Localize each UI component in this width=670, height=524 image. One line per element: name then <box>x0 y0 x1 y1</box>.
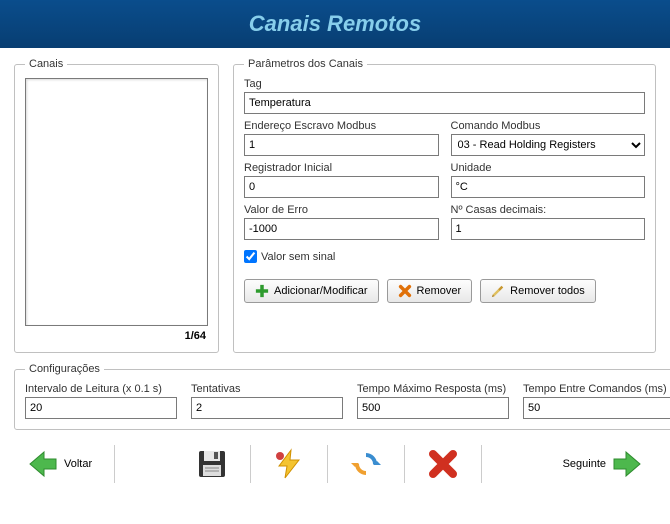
cmd-label: Comando Modbus <box>451 120 646 132</box>
cmd-select[interactable]: 03 - Read Holding Registers <box>451 134 646 156</box>
interval-label: Intervalo de Leitura (x 0.1 s) <box>25 383 177 395</box>
err-input[interactable] <box>244 218 439 240</box>
separator <box>327 445 328 483</box>
dec-label: Nº Casas decimais: <box>451 204 646 216</box>
save-button[interactable] <box>188 444 236 484</box>
remove-all-button[interactable]: Remover todos <box>480 279 596 303</box>
back-button[interactable]: Voltar <box>18 444 100 484</box>
canais-legend: Canais <box>25 58 67 70</box>
reg-label: Registrador Inicial <box>244 162 439 174</box>
dec-input[interactable] <box>451 218 646 240</box>
unsigned-label: Valor sem sinal <box>261 251 335 263</box>
remove-button[interactable]: Remover <box>387 279 473 303</box>
params-group: Parâmetros dos Canais Tag Endereço Escra… <box>233 58 656 353</box>
x-icon <box>398 284 412 298</box>
broom-icon <box>491 284 505 298</box>
interval-input[interactable] <box>25 397 177 419</box>
separator <box>114 445 115 483</box>
refresh-icon <box>350 448 382 480</box>
retries-input[interactable] <box>191 397 343 419</box>
lightning-button[interactable] <box>265 444 313 484</box>
floppy-icon <box>196 448 228 480</box>
back-label: Voltar <box>64 458 92 470</box>
unsigned-checkbox[interactable] <box>244 250 257 263</box>
arrow-right-icon <box>612 448 644 480</box>
add-modify-label: Adicionar/Modificar <box>274 285 368 297</box>
between-label: Tempo Entre Comandos (ms) <box>523 383 670 395</box>
unit-label: Unidade <box>451 162 646 174</box>
arrow-left-icon <box>26 448 58 480</box>
timeout-input[interactable] <box>357 397 509 419</box>
content: Canais 1/64 Parâmetros dos Canais Tag En… <box>0 48 670 490</box>
lightning-icon <box>273 448 305 480</box>
next-label: Seguinte <box>563 458 606 470</box>
separator <box>481 445 482 483</box>
unit-input[interactable] <box>451 176 646 198</box>
canais-group: Canais 1/64 <box>14 58 219 353</box>
separator <box>404 445 405 483</box>
reg-input[interactable] <box>244 176 439 198</box>
x-red-icon <box>427 448 459 480</box>
config-legend: Configurações <box>25 363 104 375</box>
next-button[interactable]: Seguinte <box>555 444 652 484</box>
between-input[interactable] <box>523 397 670 419</box>
params-legend: Parâmetros dos Canais <box>244 58 367 70</box>
config-group: Configurações Intervalo de Leitura (x 0.… <box>14 363 670 430</box>
canais-listbox[interactable] <box>25 78 208 326</box>
slave-label: Endereço Escravo Modbus <box>244 120 439 132</box>
slave-input[interactable] <box>244 134 439 156</box>
tag-label: Tag <box>244 78 645 90</box>
refresh-button[interactable] <box>342 444 390 484</box>
plus-icon <box>255 284 269 298</box>
remove-all-label: Remover todos <box>510 285 585 297</box>
footer: Voltar Segui <box>14 444 656 484</box>
header: Canais Remotos <box>0 0 670 48</box>
timeout-label: Tempo Máximo Resposta (ms) <box>357 383 509 395</box>
remove-label: Remover <box>417 285 462 297</box>
page-title: Canais Remotos <box>249 11 421 37</box>
add-modify-button[interactable]: Adicionar/Modificar <box>244 279 379 303</box>
separator <box>250 445 251 483</box>
cancel-button[interactable] <box>419 444 467 484</box>
canais-counter: 1/64 <box>25 330 208 342</box>
tag-input[interactable] <box>244 92 645 114</box>
err-label: Valor de Erro <box>244 204 439 216</box>
retries-label: Tentativas <box>191 383 343 395</box>
